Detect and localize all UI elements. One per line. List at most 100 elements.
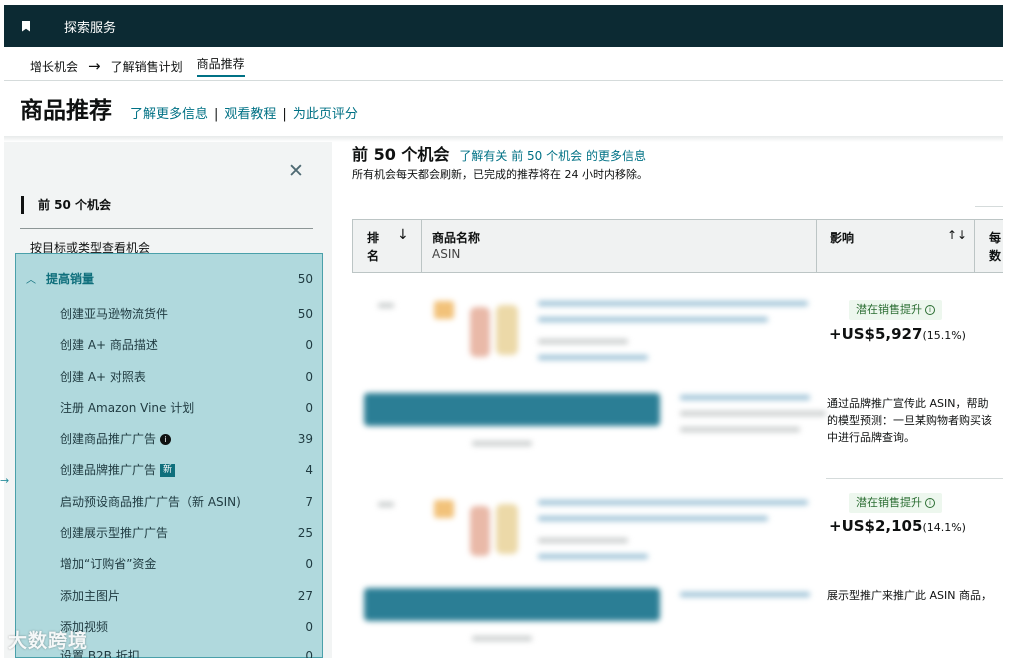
recommendation-description: 展示型推广来推广此 ASIN 商品， xyxy=(827,587,992,604)
description-line: 的模型预测：一旦某购物者购买该 xyxy=(827,414,992,427)
learn-more-link[interactable]: 了解更多信息 xyxy=(130,103,208,122)
sidebar-item-sponsored-display[interactable]: 创建展示型推广广告 25 xyxy=(16,517,322,548)
column-label: 名 xyxy=(367,249,380,263)
sidebar-item-preset-sponsored-products[interactable]: 启动预设商品推广广告（新 ASIN) 7 xyxy=(16,486,322,517)
amount-value: +US$5,927 xyxy=(829,325,923,343)
breadcrumb-item-programs[interactable]: 了解销售计划 xyxy=(111,58,183,75)
separator: | xyxy=(214,107,219,122)
column-sublabel: ASIN xyxy=(432,247,461,261)
sidebar-item-sponsored-brands[interactable]: 创建品牌推广广告新 4 xyxy=(16,454,322,485)
sidebar-item-label: 创建 A+ 对照表 xyxy=(60,370,146,384)
new-badge: 新 xyxy=(160,464,176,477)
sidebar-item-label: 创建 A+ 商品描述 xyxy=(60,338,158,352)
sidebar-item-count: 25 xyxy=(297,525,313,540)
breadcrumb: 增长机会 → 了解销售计划 商品推荐 xyxy=(30,55,245,77)
sidebar-item-count: 4 xyxy=(305,462,313,477)
description-line: 通过品牌推广宣传此 ASIN，帮助 xyxy=(827,397,989,410)
close-icon[interactable]: ✕ xyxy=(288,160,304,182)
sidebar-item-count: 0 xyxy=(305,400,313,415)
breadcrumb-item-growth[interactable]: 增长机会 xyxy=(30,58,78,75)
watermark-text: 大数跨境 xyxy=(8,630,89,652)
sidebar-group-increase-sales: ︿ 提高销量 50 创建亚马逊物流货件 50 创建 A+ 商品描述 0 创建 A… xyxy=(15,253,323,658)
sidebar-item-label: 创建亚马逊物流货件 xyxy=(60,307,169,321)
section-header: 前 50 个机会 了解有关 前 50 个机会 的更多信息 xyxy=(352,141,646,165)
group-label: 提高销量 xyxy=(46,272,95,286)
status-badge: 潜在销售提升 i xyxy=(849,493,942,513)
separator: | xyxy=(282,107,287,122)
info-icon[interactable]: i xyxy=(925,498,935,508)
group-header-increase-sales[interactable]: ︿ 提高销量 50 xyxy=(16,263,322,294)
column-label: 商品名称 xyxy=(432,231,481,245)
status-badge: 潜在销售提升 i xyxy=(849,300,942,320)
sidebar-item-fba-shipment[interactable]: 创建亚马逊物流货件 50 xyxy=(16,298,322,329)
breadcrumb-item-recommendations[interactable]: 商品推荐 xyxy=(196,55,245,77)
page-title: 商品推荐 xyxy=(20,98,112,124)
sidebar-item-count: 0 xyxy=(305,556,313,571)
sidebar-item-count: 50 xyxy=(297,306,313,321)
sidebar-item-a-plus-comparison[interactable]: 创建 A+ 对照表 0 xyxy=(16,361,322,392)
badge-text: 潜在销售提升 xyxy=(856,496,922,509)
chevron-up-icon: ︿ xyxy=(26,275,36,286)
sidebar-item-count: 7 xyxy=(305,494,313,509)
arrow-right-icon: → xyxy=(0,474,10,487)
sidebar-item-label: 注册 Amazon Vine 计划 xyxy=(60,401,195,415)
sort-toggle-icon[interactable]: ↑↓ xyxy=(947,228,967,242)
page-header: 商品推荐 了解更多信息 | 观看教程 | 为此页评分 xyxy=(20,91,358,125)
sort-down-icon[interactable]: ↓ xyxy=(397,227,409,243)
top-bar-title[interactable]: 探索服务 xyxy=(64,17,116,36)
recommendation-description: 通过品牌推广宣传此 ASIN，帮助 的模型预测：一旦某购物者购买该 中进行品牌查… xyxy=(827,395,992,446)
column-label: 排 xyxy=(367,231,380,245)
rate-page-link[interactable]: 为此页评分 xyxy=(293,103,358,122)
sidebar-item-top50[interactable]: 前 50 个机会 xyxy=(21,196,111,214)
section-subtitle: 所有机会每天都会刷新，已完成的推荐将在 24 小时内移除。 xyxy=(352,168,648,181)
badge-text: 潜在销售提升 xyxy=(856,303,922,316)
sidebar-item-text: 创建品牌推广广告 xyxy=(60,463,157,477)
divider xyxy=(975,206,1003,207)
sidebar-item-label: 启动预设商品推广广告（新 ASIN) xyxy=(60,495,241,509)
sidebar-item-count: 27 xyxy=(297,588,313,603)
sidebar-item-count: 39 xyxy=(297,431,313,446)
impact-amount: +US$2,105(14.1%) xyxy=(829,517,966,535)
bookmark-icon[interactable] xyxy=(22,20,30,32)
blurred-product-info xyxy=(354,283,826,461)
group-count: 50 xyxy=(297,271,313,286)
table-header: 排 名 ↓ 商品名称 ASIN 影响 ↑↓ 每 数 xyxy=(352,219,1003,273)
divider xyxy=(4,80,1003,81)
info-icon[interactable]: i xyxy=(925,305,935,315)
sidebar-item-count: 0 xyxy=(305,369,313,384)
watermark-logo: 大数跨境 xyxy=(8,626,88,653)
sidebar-item-vine[interactable]: 注册 Amazon Vine 计划 0 xyxy=(16,392,322,423)
sidebar-item-label: 创建展示型推广广告 xyxy=(60,526,169,540)
impact-amount: +US$5,927(15.1%) xyxy=(829,325,966,343)
watch-tutorial-link[interactable]: 观看教程 xyxy=(224,103,276,122)
column-rank[interactable]: 排 名 ↓ xyxy=(352,220,422,272)
column-impact[interactable]: 影响 ↑↓ xyxy=(817,220,975,272)
sidebar-item-subscribe-save[interactable]: 增加“订购省”资金 0 xyxy=(16,548,322,579)
sidebar-item-label: 创建商品推广广告 i xyxy=(60,430,172,447)
sidebar-item-count: 0 xyxy=(305,648,313,658)
sidebar-item-label: 增加“订购省”资金 xyxy=(60,557,157,571)
arrow-right-icon: → xyxy=(88,56,101,75)
sidebar-item-label: 创建品牌推广广告新 xyxy=(60,461,176,478)
top-bar: 探索服务 xyxy=(4,5,1003,47)
section-title: 前 50 个机会 xyxy=(352,145,450,164)
info-icon[interactable]: i xyxy=(160,434,172,445)
sidebar-item-text: 创建商品推广广告 xyxy=(60,432,157,446)
sidebar-item-a-plus-content[interactable]: 创建 A+ 商品描述 0 xyxy=(16,329,322,360)
column-label: 数 xyxy=(989,249,1002,263)
sidebar-item-label: 添加主图片 xyxy=(60,589,121,603)
column-product-name: 商品名称 ASIN xyxy=(422,220,817,272)
divider xyxy=(20,228,313,229)
column-more: 每 数 xyxy=(975,220,1003,272)
amount-percent: (14.1%) xyxy=(922,521,966,534)
column-label: 每 xyxy=(989,231,1002,245)
row-divider xyxy=(826,478,1003,479)
blurred-product-info xyxy=(354,482,824,658)
description-line: 展示型推广来推广此 ASIN 商品， xyxy=(827,589,992,602)
sidebar-item-sponsored-products[interactable]: 创建商品推广广告 i 39 xyxy=(16,423,322,454)
sidebar-item-count: 0 xyxy=(305,337,313,352)
column-label: 影响 xyxy=(830,231,855,245)
description-line: 中进行品牌查询。 xyxy=(827,431,915,444)
section-learn-more-link[interactable]: 了解有关 前 50 个机会 的更多信息 xyxy=(459,147,646,164)
sidebar-item-main-image[interactable]: 添加主图片 27 xyxy=(16,580,322,611)
